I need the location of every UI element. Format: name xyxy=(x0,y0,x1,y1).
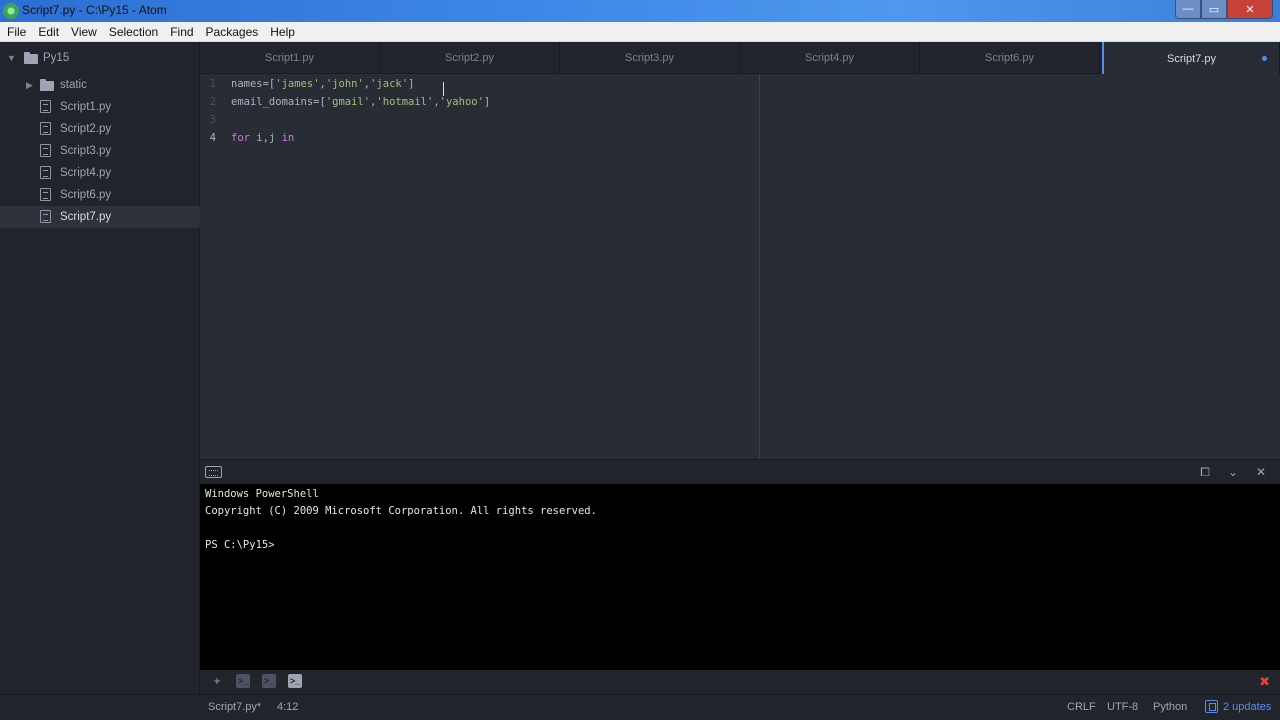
string-token: 'hotmail' xyxy=(376,96,434,108)
terminal-header: ⧠ ⌄ ✕ xyxy=(200,459,1280,484)
tree-file-label: Script7.py xyxy=(60,211,112,223)
status-cursor-position[interactable]: 4:12 xyxy=(277,701,298,713)
package-icon[interactable] xyxy=(1205,700,1218,713)
menu-packages[interactable]: Packages xyxy=(206,25,259,39)
string-token: 'gmail' xyxy=(325,96,371,108)
tab-script6[interactable]: Script6.py xyxy=(920,42,1100,74)
terminal-tab-active-icon[interactable]: >_ xyxy=(288,674,302,688)
terminal-close-icon[interactable]: ✕ xyxy=(1253,464,1269,480)
string-token: 'john' xyxy=(325,78,364,90)
tab-script1[interactable]: Script1.py xyxy=(200,42,380,74)
terminal-line: Windows PowerShell xyxy=(205,488,319,500)
file-text-icon xyxy=(40,144,51,157)
string-token: 'james' xyxy=(275,78,320,90)
terminal-toolbar: + >_ >_ >_ ✖ xyxy=(200,670,1280,694)
tree-folder-static[interactable]: ▶ static xyxy=(0,74,200,96)
title-bar: Script7.py - C:\Py15 - Atom — ▭ ✕ xyxy=(0,0,1280,22)
tree-file-script6[interactable]: Script6.py xyxy=(0,184,200,206)
maximize-button[interactable]: ▭ xyxy=(1201,0,1227,19)
code-text: ] xyxy=(408,78,415,90)
terminal-prompt: PS C:\Py15> xyxy=(205,539,275,551)
tab-script3[interactable]: Script3.py xyxy=(560,42,740,74)
close-window-button[interactable]: ✕ xyxy=(1227,0,1273,19)
tree-file-script7[interactable]: Script7.py xyxy=(0,206,200,228)
terminal-panel[interactable]: Windows PowerShell Copyright (C) 2009 Mi… xyxy=(200,484,1280,670)
chevron-right-icon[interactable]: ▶ xyxy=(26,80,33,91)
modified-indicator-icon[interactable] xyxy=(1262,56,1267,61)
status-file-path[interactable]: Script7.py* xyxy=(208,701,261,713)
folder-icon xyxy=(40,79,54,91)
status-updates[interactable]: 2 updates xyxy=(1223,701,1271,713)
tree-file-label: Script4.py xyxy=(60,167,112,179)
code-text: email_domains=[ xyxy=(231,96,326,108)
file-text-icon xyxy=(40,210,51,223)
repo-icon xyxy=(24,52,38,64)
wrap-guide xyxy=(759,74,760,459)
file-text-icon xyxy=(40,122,51,135)
menu-find[interactable]: Find xyxy=(170,25,193,39)
file-text-icon xyxy=(40,100,51,113)
code-text: names=[ xyxy=(231,78,276,90)
tree-root-label: Py15 xyxy=(43,52,70,64)
status-grammar[interactable]: Python xyxy=(1153,701,1187,713)
menu-bar: File Edit View Selection Find Packages H… xyxy=(0,22,1280,42)
atom-logo-icon xyxy=(3,3,19,19)
window-title: Script7.py - C:\Py15 - Atom xyxy=(22,3,167,17)
tree-file-label: Script3.py xyxy=(60,145,112,157)
keyword-token: in xyxy=(281,132,295,144)
tree-file-label: Script6.py xyxy=(60,189,112,201)
menu-help[interactable]: Help xyxy=(270,25,295,39)
terminal-tab-icon[interactable]: >_ xyxy=(236,674,250,688)
code-text: ] xyxy=(483,96,491,108)
atom-window: Script7.py - C:\Py15 - Atom — ▭ ✕ File E… xyxy=(0,0,1280,720)
keyword-token: for xyxy=(231,132,250,144)
file-text-icon xyxy=(40,166,51,179)
tree-folder-label: static xyxy=(60,79,87,91)
new-terminal-icon[interactable]: + xyxy=(210,674,224,688)
status-encoding[interactable]: UTF-8 xyxy=(1107,701,1138,713)
file-text-icon xyxy=(40,188,51,201)
terminal-maximize-icon[interactable]: ⧠ xyxy=(1197,464,1213,480)
menu-edit[interactable]: Edit xyxy=(38,25,59,39)
string-token: 'jack' xyxy=(370,78,409,90)
status-bar: Script7.py* 4:12 CRLF UTF-8 Python 2 upd… xyxy=(0,694,1280,720)
tree-file-label: Script1.py xyxy=(60,101,112,113)
tab-script2[interactable]: Script2.py xyxy=(380,42,560,74)
text-editor[interactable]: 1 2 3 4 names=['james','john','jack'] em… xyxy=(200,74,1280,459)
terminal-line: Copyright (C) 2009 Microsoft Corporation… xyxy=(205,505,597,517)
tab-script4[interactable]: Script4.py xyxy=(740,42,920,74)
string-token: 'yahoo' xyxy=(439,96,484,108)
mouse-cursor-icon xyxy=(443,82,444,96)
tree-file-script2[interactable]: Script2.py xyxy=(0,118,200,140)
tab-script7[interactable]: Script7.py xyxy=(1102,42,1280,75)
code-text: i,j xyxy=(249,132,282,144)
menu-file[interactable]: File xyxy=(7,25,26,39)
project-tree: ▼ Py15 ▶ static Script1.py Script2.py Sc… xyxy=(0,42,200,694)
menu-view[interactable]: View xyxy=(71,25,97,39)
tree-file-label: Script2.py xyxy=(60,123,112,135)
line-number: 2 xyxy=(209,96,216,108)
tree-root-folder[interactable]: ▼ Py15 xyxy=(0,47,200,69)
keyboard-icon[interactable] xyxy=(205,466,222,478)
tab-title: Script7.py xyxy=(1167,52,1216,65)
code-line-4[interactable]: for i,j in xyxy=(231,132,294,144)
line-number: 4 xyxy=(209,132,216,144)
minimize-button[interactable]: — xyxy=(1175,0,1201,19)
close-all-terminals-icon[interactable]: ✖ xyxy=(1259,674,1270,690)
terminal-tab-icon[interactable]: >_ xyxy=(262,674,276,688)
code-line-1[interactable]: names=['james','john','jack'] xyxy=(231,78,414,90)
terminal-collapse-icon[interactable]: ⌄ xyxy=(1225,464,1241,480)
menu-selection[interactable]: Selection xyxy=(109,25,158,39)
tree-file-script1[interactable]: Script1.py xyxy=(0,96,200,118)
tab-bar: Script1.py Script2.py Script3.py Script4… xyxy=(200,42,1280,75)
status-line-ending[interactable]: CRLF xyxy=(1067,701,1096,713)
line-number: 3 xyxy=(209,114,216,126)
code-line-2[interactable]: email_domains=['gmail','hotmail','yahoo'… xyxy=(231,96,490,108)
chevron-down-icon[interactable]: ▼ xyxy=(7,53,16,63)
line-number: 1 xyxy=(209,78,216,90)
tree-file-script4[interactable]: Script4.py xyxy=(0,162,200,184)
tree-file-script3[interactable]: Script3.py xyxy=(0,140,200,162)
